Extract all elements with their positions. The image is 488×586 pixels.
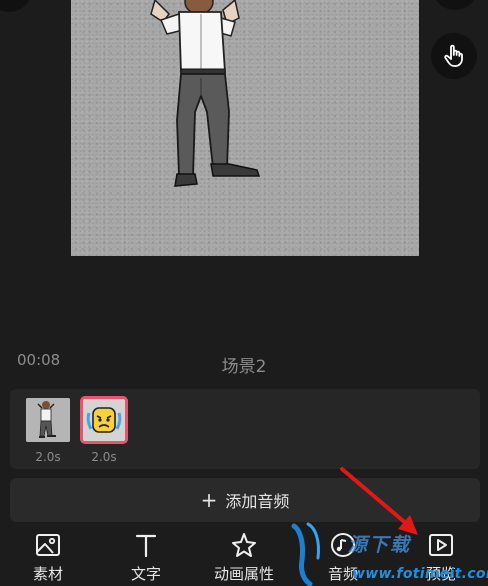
animation-star-icon — [229, 530, 259, 560]
plus-icon: + — [200, 488, 218, 512]
tool-audio-label: 音频 — [327, 565, 358, 583]
scene-timeline: 2.0s 2.0s — [10, 389, 480, 469]
scene-title: 场景2 — [221, 357, 267, 377]
settings-button[interactable] — [432, 0, 478, 10]
music-icon — [328, 530, 358, 560]
clip-duration: 2.0s — [35, 450, 61, 464]
tool-preview[interactable]: 预览 — [401, 526, 481, 586]
tool-text[interactable]: 文字 — [106, 526, 186, 586]
clip-thumbnail[interactable] — [26, 398, 70, 442]
tool-material-label: 素材 — [32, 565, 63, 583]
person-thumbnail-icon — [26, 398, 70, 442]
text-icon — [131, 530, 161, 560]
emoji-sticker-thumbnail-icon — [83, 399, 125, 441]
hand-pointer-icon — [444, 44, 463, 67]
preview-canvas[interactable] — [71, 0, 419, 256]
clip-thumbnail-selected[interactable] — [80, 396, 128, 444]
tool-material[interactable]: 素材 — [8, 526, 88, 586]
tool-audio[interactable]: 音频 — [303, 526, 383, 586]
tool-preview-label: 预览 — [425, 565, 456, 583]
add-audio-label: 添加音频 — [225, 492, 290, 511]
hand-tool-button[interactable] — [431, 33, 477, 79]
preview-area: 00:08 场景2 — [0, 0, 488, 385]
clip-duration: 2.0s — [91, 450, 117, 464]
back-button[interactable] — [0, 0, 32, 12]
play-preview-icon — [426, 530, 456, 560]
tool-animation-label: 动画属性 — [213, 565, 274, 583]
tool-text-label: 文字 — [130, 565, 161, 583]
image-icon — [33, 530, 63, 560]
tool-animation[interactable]: 动画属性 — [204, 526, 284, 586]
character-figure — [150, 0, 261, 187]
bottom-toolbar: 素材 文字 动画属性 音频 预览 — [0, 526, 488, 586]
add-audio-button[interactable]: + 添加音频 — [10, 478, 480, 522]
